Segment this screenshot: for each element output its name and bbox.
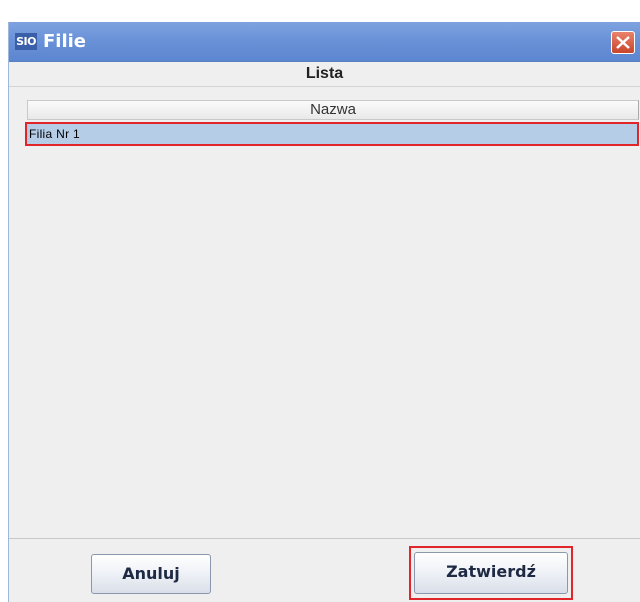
dialog-window: SIO Filie Lista Nazwa Filia Nr 1 Anuluj … — [8, 22, 640, 602]
app-logo-icon: SIO — [15, 33, 37, 50]
branch-table: Nazwa Filia Nr 1 — [21, 96, 639, 560]
close-icon — [616, 36, 630, 49]
title-bar[interactable]: SIO Filie — [9, 22, 640, 62]
window-title: Filie — [43, 31, 87, 52]
footer-divider — [9, 538, 640, 539]
close-button[interactable] — [611, 31, 635, 54]
table-cell-name: Filia Nr 1 — [29, 127, 81, 141]
confirm-button[interactable]: Zatwierdź — [414, 552, 568, 594]
cancel-button[interactable]: Anuluj — [91, 554, 211, 594]
column-header-name[interactable]: Nazwa — [27, 100, 639, 120]
table-row[interactable]: Filia Nr 1 — [25, 122, 639, 146]
list-panel-header: Lista — [9, 62, 640, 87]
